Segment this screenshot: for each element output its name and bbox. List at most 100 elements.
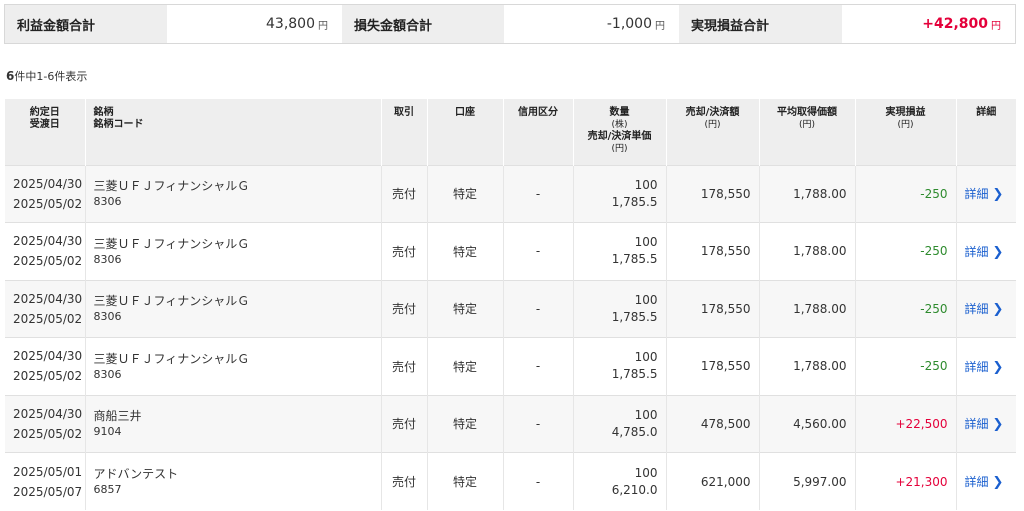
date-cell: 2025/04/30 2025/05/02 [5,337,86,395]
header-pl-unit: (円) [897,120,914,130]
table-row: 2025/04/30 2025/05/02 三菱ＵＦＪフィナンシャルＧ 8306 売… [5,222,1016,280]
detail-link[interactable]: 詳細 ❯ [956,279,1016,338]
trade-type: 売付 [381,222,428,280]
loss-total-value: -1,000 円 [504,5,679,43]
quantity-cell: 100 1,785.5 [573,279,667,338]
stock-name: 商船三井 [93,409,142,424]
unit-price: 1,785.5 [611,194,658,209]
profit-total-amount: 43,800 [266,16,315,32]
realized-total-unit: 円 [991,20,1001,32]
profit-total-unit: 円 [318,20,328,32]
detail-label: 詳細 [964,359,989,374]
settle-date: 2025/05/02 [13,311,83,326]
sale-amount: 478,500 [666,394,760,453]
realized-pl: -250 [855,337,957,395]
detail-link[interactable]: 詳細 ❯ [956,452,1016,510]
header-settle-date: 受渡日 [29,119,60,130]
quantity-cell: 100 1,785.5 [573,337,667,395]
unit-price: 1,785.5 [611,309,658,324]
header-margin: 信用区分 [503,99,574,165]
header-quantity: 数量 (株) 売却/決済単価 (円) [573,99,667,165]
stock-name: 三菱ＵＦＪフィナンシャルＧ [93,236,250,251]
trade-date: 2025/04/30 [13,176,83,191]
chevron-right-icon: ❯ [992,187,1004,203]
trade-date: 2025/04/30 [13,406,83,421]
result-count-text: 件中1-6件表示 [14,70,88,83]
detail-link[interactable]: 詳細 ❯ [956,222,1016,280]
chevron-right-icon: ❯ [992,244,1004,260]
detail-link[interactable]: 詳細 ❯ [956,164,1016,223]
header-sale-unit: (円) [704,120,721,130]
margin-type: - [503,279,574,338]
unit-price: 6,210.0 [611,482,658,497]
realized-total-value: +42,800 円 [842,5,1015,43]
chevron-right-icon: ❯ [992,302,1004,318]
table-row: 2025/04/30 2025/05/02 三菱ＵＦＪフィナンシャルＧ 8306 売… [5,279,1016,338]
trade-date: 2025/04/30 [13,349,83,364]
stock-cell: 三菱ＵＦＪフィナンシャルＧ 8306 [85,222,382,280]
header-qty-label: 数量 [609,107,630,118]
loss-total-amount: -1,000 [606,16,652,32]
header-avg-cost: 平均取得価額 (円) [759,99,856,165]
margin-type: - [503,222,574,280]
header-sale-amount: 売却/決済額 (円) [666,99,760,165]
profit-total-value: 43,800 円 [167,5,342,43]
date-cell: 2025/05/01 2025/05/07 [5,452,86,510]
header-price-unit: (円) [611,144,628,154]
trade-type: 売付 [381,394,428,453]
realized-pl: -250 [855,164,957,223]
header-pl-label: 実現損益 [885,107,926,118]
quantity: 100 [634,235,658,250]
loss-total-unit: 円 [655,20,665,32]
table-row: 2025/05/01 2025/05/07 アドバンテスト 6857 売付 特定 -… [5,452,1016,510]
header-stock-name: 銘柄 [93,107,114,118]
avg-cost: 4,560.00 [759,394,856,453]
trade-date: 2025/04/30 [13,234,83,249]
quantity: 100 [634,292,658,307]
stock-cell: 三菱ＵＦＪフィナンシャルＧ 8306 [85,279,382,338]
header-sale-label: 売却/決済額 [685,107,740,118]
stock-code: 8306 [93,252,122,266]
header-realized-pl: 実現損益 (円) [855,99,957,165]
chevron-right-icon: ❯ [992,359,1004,375]
summary-bar: 利益金額合計 43,800 円 損失金額合計 -1,000 円 実現損益合計 +42… [4,4,1016,44]
margin-type: - [503,337,574,395]
settle-date: 2025/05/02 [13,254,83,269]
unit-price: 4,785.0 [611,424,658,439]
stock-code: 6857 [93,483,122,496]
detail-label: 詳細 [964,417,989,432]
detail-label: 詳細 [964,187,989,202]
detail-label: 詳細 [964,244,989,259]
stock-cell: 三菱ＵＦＪフィナンシャルＧ 8306 [85,164,382,223]
stock-code: 8306 [93,195,122,209]
table-row: 2025/04/30 2025/05/02 商船三井 9104 売付 特定 - 10… [5,394,1016,453]
quantity: 100 [634,177,658,192]
trade-date: 2025/05/01 [13,464,83,479]
account-type: 特定 [427,452,504,510]
date-cell: 2025/04/30 2025/05/02 [5,164,86,223]
avg-cost: 1,788.00 [759,164,856,223]
avg-cost: 1,788.00 [759,337,856,395]
date-cell: 2025/04/30 2025/05/02 [5,222,86,280]
detail-label: 詳細 [964,302,989,317]
detail-link[interactable]: 詳細 ❯ [956,337,1016,395]
quantity-cell: 100 6,210.0 [573,452,667,510]
quantity-cell: 100 1,785.5 [573,222,667,280]
result-count: 6件中1-6件表示 [6,68,87,84]
chevron-right-icon: ❯ [992,417,1004,433]
margin-type: - [503,394,574,453]
realized-pl: -250 [855,222,957,280]
trade-type: 売付 [381,452,428,510]
detail-link[interactable]: 詳細 ❯ [956,394,1016,453]
date-cell: 2025/04/30 2025/05/02 [5,279,86,338]
chevron-right-icon: ❯ [992,475,1004,490]
header-stock-code: 銘柄コード [93,119,144,130]
settle-date: 2025/05/07 [13,484,83,499]
sale-amount: 178,550 [666,337,760,395]
quantity-cell: 100 4,785.0 [573,394,667,453]
sale-amount: 178,550 [666,164,760,223]
avg-cost: 5,997.00 [759,452,856,510]
stock-cell: 三菱ＵＦＪフィナンシャルＧ 8306 [85,337,382,395]
sale-amount: 178,550 [666,279,760,338]
header-avg-unit: (円) [798,120,816,130]
